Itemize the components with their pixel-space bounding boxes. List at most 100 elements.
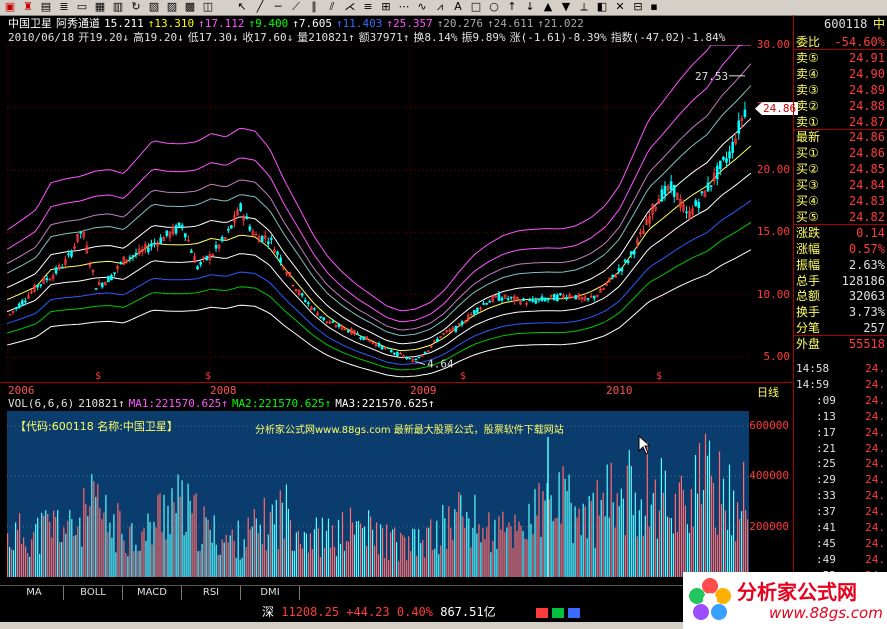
ellipse-tool-icon[interactable]: ○ (488, 1, 500, 13)
quote-row[interactable]: 买④ 24.83 (794, 193, 887, 209)
tick-row[interactable]: :49 24. (794, 553, 887, 566)
price-chart[interactable]: 27.53 4.64 $ $ $ $ (7, 45, 751, 382)
quote-row[interactable]: 卖③ 24.89 (794, 82, 887, 98)
refresh-icon[interactable]: ↻ (130, 1, 142, 13)
bar-field-3: 低17.30↓ (187, 31, 239, 44)
candle-body (528, 299, 531, 302)
fan-tool-icon[interactable]: ⋌ (344, 1, 356, 13)
quote-row[interactable]: 卖② 24.88 (794, 98, 887, 114)
hline-tool-icon[interactable]: ─ (272, 1, 284, 13)
candle-body (165, 230, 169, 236)
mark-up-icon[interactable]: ▲ (542, 1, 554, 13)
ray-tool-icon[interactable]: ⟋ (290, 1, 302, 13)
quote-label: 买④ (796, 194, 819, 208)
tab-dmi[interactable]: DMI (241, 586, 300, 600)
volume-bar (384, 558, 386, 577)
y-tick-label: 5.00 (763, 350, 791, 364)
window-icon[interactable]: ▭ (76, 1, 88, 13)
save-icon[interactable]: ▪ (648, 1, 660, 13)
cycle-tool-icon[interactable]: ⋯ (398, 1, 410, 13)
tab-macd[interactable]: MACD (123, 586, 182, 600)
tick-row[interactable]: 14:58 24. (794, 362, 887, 375)
tick-row[interactable]: :17 24. (794, 426, 887, 439)
tick-row[interactable]: :09 24. (794, 394, 887, 407)
quote-row[interactable]: 委比 -54.60% (794, 34, 887, 50)
quote-row[interactable]: 卖⑤ 24.91 (794, 50, 887, 66)
pointer-icon[interactable]: ↖ (236, 1, 248, 13)
volume-bar (444, 518, 446, 577)
quote-row[interactable]: 买① 24.86 (794, 145, 887, 161)
quote-value: 24.86 (848, 130, 885, 145)
quote-row[interactable]: 涨幅 0.57% (794, 241, 887, 257)
logo-icon[interactable]: ▣ (4, 1, 16, 13)
link-tool-icon[interactable]: ⟂ (578, 1, 590, 13)
logo-title: 分析家公式网 (737, 580, 857, 604)
line-tool-icon[interactable]: ╱ (254, 1, 266, 13)
quote-row[interactable]: 卖① 24.87 (794, 114, 887, 130)
tick-row[interactable]: :13 24. (794, 410, 887, 423)
channel-tool-icon[interactable]: ∥ (308, 1, 320, 13)
quote-row[interactable]: 分笔 257 (794, 320, 887, 336)
zigzag-tool-icon[interactable]: ⩘ (434, 1, 446, 13)
volume-bar (694, 455, 697, 577)
volume-tick-label: 600000 (749, 419, 789, 433)
period-label[interactable]: 日线 (757, 384, 779, 400)
volume-bar (518, 521, 520, 577)
color-tool-icon[interactable]: ◧ (596, 1, 608, 13)
tab-boll[interactable]: BOLL (64, 586, 123, 600)
quote-row[interactable]: 涨跌 0.14 (794, 225, 887, 241)
alarm-icon[interactable]: ♜ (22, 1, 34, 13)
volume-bar (706, 455, 709, 577)
grid-tool-icon[interactable]: ⊟ (632, 1, 644, 13)
volume-panel[interactable]: 【代码:600118 名称:中国卫星】 分析家公式网www.88gs.com 最… (7, 411, 749, 577)
volume-bar (398, 561, 400, 577)
candle-body (266, 241, 270, 244)
up-arrow-tool-icon[interactable]: ↑ (506, 1, 518, 13)
quote-row[interactable]: 总手 128186 (794, 273, 887, 289)
volume-bar (596, 480, 598, 577)
volume-bar (618, 506, 620, 577)
tab-rsi[interactable]: RSI (182, 586, 241, 600)
list-icon[interactable]: ≣ (58, 1, 70, 13)
delete-tool-icon[interactable]: ✕ (614, 1, 626, 13)
tile-icon[interactable]: ▥ (112, 1, 124, 13)
tick-row[interactable]: :33 24. (794, 489, 887, 502)
volume-bar (538, 483, 540, 577)
volume-bar (380, 524, 382, 577)
volume-bar (530, 523, 532, 577)
tick-row[interactable]: :45 24. (794, 537, 887, 550)
down-arrow-tool-icon[interactable]: ↓ (524, 1, 536, 13)
text-tool-icon[interactable]: A (452, 1, 464, 13)
tick-row[interactable]: 14:59 24. (794, 378, 887, 391)
volume-bar (63, 527, 65, 577)
quote-row[interactable]: 换手 3.73% (794, 304, 887, 320)
grid-icon[interactable]: ▦ (94, 1, 106, 13)
print-icon[interactable]: ▤ (40, 1, 52, 13)
quote-row[interactable]: 买⑤ 24.82 (794, 209, 887, 225)
fib-tool-icon[interactable]: ≡ (362, 1, 374, 13)
tick-row[interactable]: :37 24. (794, 505, 887, 518)
panel-icon[interactable]: ▨ (166, 1, 178, 13)
rect-tool-icon[interactable]: □ (470, 1, 482, 13)
quote-row[interactable]: 卖④ 24.90 (794, 66, 887, 82)
tick-row[interactable]: :25 24. (794, 457, 887, 470)
candle-body (722, 156, 725, 160)
quote-row[interactable]: 买② 24.85 (794, 161, 887, 177)
quote-row[interactable]: 外盘 55518 (794, 336, 887, 352)
tick-row[interactable]: :41 24. (794, 521, 887, 534)
quote-row[interactable]: 振幅 2.63% (794, 257, 887, 273)
mark-down-icon[interactable]: ▼ (560, 1, 572, 13)
wave-tool-icon[interactable]: ∿ (416, 1, 428, 13)
tab-ma[interactable]: MA (5, 586, 64, 600)
tick-row[interactable]: :29 24. (794, 473, 887, 486)
tick-row[interactable]: :21 24. (794, 442, 887, 455)
layout-icon[interactable]: ▧ (148, 1, 160, 13)
quote-row[interactable]: 最新 24.86 (794, 129, 887, 145)
logo-url[interactable]: www.88gs.com (769, 604, 883, 622)
chart-icon[interactable]: ▩ (184, 1, 196, 13)
quote-row[interactable]: 买③ 24.84 (794, 177, 887, 193)
parallel-tool-icon[interactable]: ⫽ (326, 1, 338, 13)
index-icon[interactable]: ◫ (202, 1, 214, 13)
gann-tool-icon[interactable]: ⊞ (380, 1, 392, 13)
quote-row[interactable]: 总额 32063 (794, 288, 887, 304)
